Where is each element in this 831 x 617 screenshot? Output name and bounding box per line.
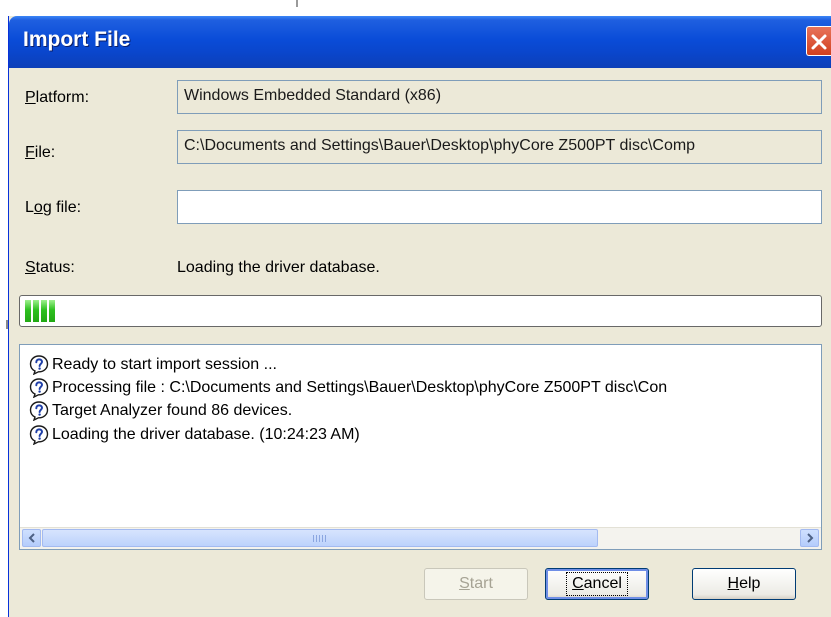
scroll-left-button[interactable] <box>22 529 41 547</box>
question-help-icon <box>29 401 49 421</box>
progress-segment <box>25 300 31 322</box>
log-entry: Target Analyzer found 86 devices. <box>29 401 292 421</box>
log-entry-text: Ready to start import session ... <box>52 356 277 373</box>
log-entry-text: Target Analyzer found 86 devices. <box>52 402 293 419</box>
file-label: File: <box>25 144 56 161</box>
chevron-left-icon <box>28 533 35 543</box>
progress-fill <box>25 300 55 322</box>
help-button[interactable]: Help <box>692 568 796 600</box>
status-label: Status: <box>25 259 75 276</box>
log-file-label: Log file: <box>25 199 82 216</box>
cancel-button[interactable]: Cancel <box>545 568 649 600</box>
file-field: C:\Documents and Settings\Bauer\Desktop\… <box>177 130 822 164</box>
log-entry-text: Loading the driver database. (10:24:23 A… <box>52 426 360 443</box>
log-entry-text: Processing file : C:\Documents and Setti… <box>52 379 668 396</box>
horizontal-scrollbar[interactable] <box>20 527 821 549</box>
import-file-dialog: Import File Platform: Windows Embedded S… <box>8 16 831 617</box>
log-file-input[interactable] <box>177 190 822 224</box>
window-title: Import File <box>23 28 131 51</box>
start-button[interactable]: Start <box>424 568 528 600</box>
scrollbar-thumb[interactable] <box>42 529 598 547</box>
question-help-icon <box>29 425 49 445</box>
platform-label: Platform: <box>25 89 90 106</box>
log-entry: Processing file : C:\Documents and Setti… <box>29 378 667 398</box>
platform-field: Windows Embedded Standard (x86) <box>177 80 822 114</box>
question-help-icon <box>29 355 49 375</box>
log-entry: Loading the driver database. (10:24:23 A… <box>29 425 360 445</box>
background-artifact <box>296 0 298 7</box>
status-value: Loading the driver database. <box>177 259 380 276</box>
title-bar[interactable]: Import File <box>9 16 831 68</box>
grip-icon <box>313 535 327 542</box>
progress-segment <box>33 300 39 322</box>
log-entry: Ready to start import session ... <box>29 355 277 375</box>
progress-segment <box>49 300 55 322</box>
close-icon <box>811 34 827 50</box>
question-help-icon <box>29 378 49 398</box>
chevron-right-icon <box>807 533 814 543</box>
progress-bar <box>19 295 822 327</box>
progress-segment <box>41 300 47 322</box>
scroll-right-button[interactable] <box>800 529 819 547</box>
close-button[interactable] <box>806 26 831 56</box>
import-log-list[interactable]: Ready to start import session ... Process… <box>19 344 822 550</box>
